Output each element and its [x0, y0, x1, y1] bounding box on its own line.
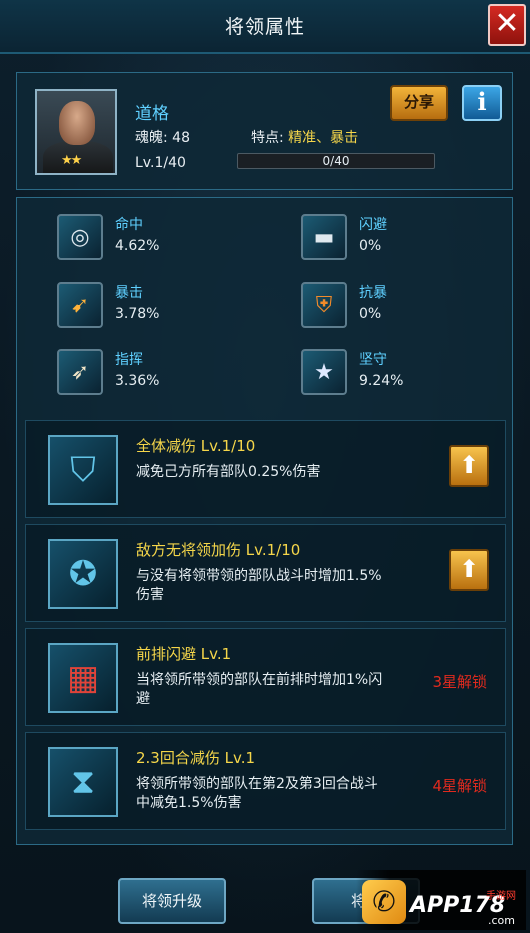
- skill-row: ⧗ 2.3回合减伤 Lv.1 将领所带领的部队在第2及第3回合战斗中减免1.5%…: [25, 732, 506, 830]
- skill-desc: 当将领所带领的部队在前排时增加1%闪避: [136, 672, 383, 707]
- stat-command: ➶ 指挥 3.36%: [57, 349, 257, 399]
- medal-skill-icon: ✪: [48, 539, 118, 609]
- stat-name: 闪避: [359, 217, 387, 233]
- attributes-panel: ◎ 命中 4.62% ▬ 闪避 0% ➹ 暴击 3.78% ⛨ 抗暴 0% ➶ …: [16, 197, 513, 845]
- stat-value: 3.36%: [115, 373, 160, 389]
- skill-desc: 将领所带领的部队在第2及第3回合战斗中减免1.5%伤害: [136, 776, 378, 811]
- page-title: 将领属性: [224, 16, 305, 38]
- shield-skill-icon: ⛉: [48, 435, 118, 505]
- stat-value: 3.78%: [115, 306, 160, 322]
- hero-level: Lv.1/40: [135, 155, 186, 171]
- watermark-logo-icon: ✆: [362, 880, 406, 924]
- top-bar: 将领属性 ✕: [0, 0, 530, 54]
- skill-unlock-text: 4星解锁: [432, 777, 487, 795]
- skill-name: 全体减伤 Lv.1/10: [136, 437, 256, 455]
- skill-name: 前排闪避 Lv.1: [136, 645, 232, 663]
- stat-crit-resist: ⛨ 抗暴 0%: [301, 282, 501, 332]
- star-rating: ★★: [61, 153, 82, 168]
- star-shield-icon: ★: [301, 349, 347, 395]
- trait-label: 特点:: [251, 130, 284, 146]
- skill-upgrade-button[interactable]: ⬆: [449, 549, 489, 591]
- stat-value: 0%: [359, 238, 382, 254]
- stat-crit: ➹ 暴击 3.78%: [57, 282, 257, 332]
- watermark-url: .com: [488, 914, 515, 927]
- tank-icon: ▬: [301, 214, 347, 260]
- stat-name: 指挥: [115, 352, 143, 368]
- skill-desc: 减免己方所有部队0.25%伤害: [136, 464, 321, 480]
- grid-skill-icon: ▦: [48, 643, 118, 713]
- exp-text: 0/40: [322, 154, 350, 168]
- exp-bar: 0/40: [237, 153, 435, 169]
- skill-upgrade-button[interactable]: ⬆: [449, 445, 489, 487]
- stat-value: 9.24%: [359, 373, 404, 389]
- stat-defend: ★ 坚守 9.24%: [301, 349, 501, 399]
- shield-badge-icon: ⛨: [301, 282, 347, 328]
- stat-name: 抗暴: [359, 285, 387, 301]
- hero-upgrade-button[interactable]: 将领升级: [118, 878, 226, 924]
- stat-dodge: ▬ 闪避 0%: [301, 214, 501, 264]
- stat-name: 坚守: [359, 352, 387, 368]
- stat-value: 0%: [359, 306, 382, 322]
- close-button[interactable]: ✕: [488, 4, 526, 46]
- hero-trait: 特点: 精准、暴击: [251, 127, 358, 147]
- skill-row: ⛉ 全体减伤 Lv.1/10 减免己方所有部队0.25%伤害 ⬆: [25, 420, 506, 518]
- stat-hit: ◎ 命中 4.62%: [57, 214, 257, 264]
- skill-name: 敌方无将领加伤 Lv.1/10: [136, 541, 301, 559]
- skill-row: ✪ 敌方无将领加伤 Lv.1/10 与没有将领带领的部队战斗时增加1.5%伤害 …: [25, 524, 506, 622]
- trait-value: 精准、暴击: [288, 130, 359, 146]
- skill-name: 2.3回合减伤 Lv.1: [136, 749, 256, 767]
- rocket-icon: ➶: [57, 349, 103, 395]
- target-icon: ◎: [57, 214, 103, 260]
- share-button[interactable]: 分享: [390, 85, 448, 121]
- skill-unlock-text: 3星解锁: [432, 673, 487, 691]
- hero-name: 道格: [135, 104, 169, 124]
- portrait-head: [59, 101, 95, 145]
- hero-portrait[interactable]: ★★: [35, 89, 117, 175]
- stat-value: 4.62%: [115, 238, 160, 254]
- watermark-sub: 手游网: [486, 891, 516, 902]
- missile-icon: ➹: [57, 282, 103, 328]
- hero-panel: ★★ 道格 魂魄: 48 特点: 精准、暴击 Lv.1/40 0/40 分享 i: [16, 72, 513, 190]
- soul-count: 魂魄: 48: [135, 130, 190, 146]
- stat-name: 命中: [115, 217, 143, 233]
- skill-row: ▦ 前排闪避 Lv.1 当将领所带领的部队在前排时增加1%闪避 3星解锁: [25, 628, 506, 726]
- skill-desc: 与没有将领带领的部队战斗时增加1.5%伤害: [136, 568, 382, 603]
- hourglass-skill-icon: ⧗: [48, 747, 118, 817]
- stat-name: 暴击: [115, 285, 143, 301]
- info-button[interactable]: i: [462, 85, 502, 121]
